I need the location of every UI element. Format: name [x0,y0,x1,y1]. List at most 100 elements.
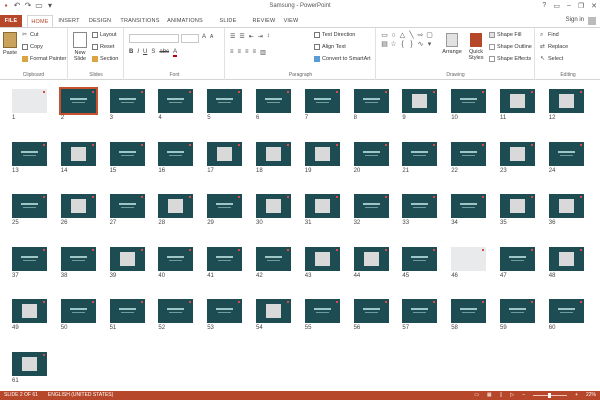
slide-thumbnail[interactable]: 41 [207,246,243,279]
slide-thumbnail[interactable]: 54 [256,299,291,331]
strikethrough-button[interactable]: abc [159,49,169,57]
restore-button[interactable]: ❐ [578,2,584,10]
reading-view-icon[interactable]: ▯ [500,391,503,400]
shape-outline-button[interactable]: Shape Outline [489,44,532,50]
copy-button[interactable]: Copy [22,44,43,50]
slide-thumbnail[interactable]: 18 [256,141,291,174]
columns-icon[interactable]: ▥ [260,49,266,56]
tab-view[interactable]: VIEW [281,15,301,27]
italic-button[interactable]: I [137,49,139,57]
slide-thumbnail[interactable]: 10 [451,89,487,121]
shape-effects-button[interactable]: Shape Effects [489,56,531,62]
align-text-button[interactable]: Align Text [314,44,346,50]
rectangle-shape-icon[interactable]: ▭ [381,32,388,39]
slide-thumbnail[interactable]: 57 [402,299,438,331]
reset-button[interactable]: Reset [92,44,114,50]
cut-button[interactable]: ✂ Cut [22,32,39,38]
zoom-slider[interactable] [533,393,568,398]
format-painter-button[interactable]: Format Painter [22,56,66,62]
bold-button[interactable]: B [129,49,133,57]
tab-insert[interactable]: INSERT [57,15,81,27]
shapes-gallery[interactable]: ▭ ○ △ ╲ ⇨ ▢ ▤ ☆ { } ∿ ▾ [381,32,433,48]
shrink-font-button[interactable]: A [210,34,213,40]
avatar[interactable] [588,17,596,25]
zoom-level[interactable]: 22% [586,391,596,400]
slide-thumbnail[interactable]: 28 [158,194,194,226]
slide-thumbnail[interactable]: 56 [353,299,389,331]
increase-indent-icon[interactable]: ⇥ [258,33,263,40]
slide-thumbnail[interactable]: 34 [451,194,487,226]
tab-slide-show[interactable]: SLIDE SHOW [210,15,246,36]
slide-thumbnail[interactable]: 22 [451,141,487,174]
slide-thumbnail[interactable]: 9 [402,89,438,121]
slide-thumbnail[interactable]: 13 [12,141,47,174]
oval-shape-icon[interactable]: ○ [390,32,397,39]
slide-thumbnail[interactable]: 44 [353,246,389,279]
align-center-icon[interactable]: ≡ [238,49,242,56]
shape-fill-button[interactable]: Shape Fill [489,32,521,38]
decrease-indent-icon[interactable]: ⇤ [249,33,254,40]
tab-design[interactable]: DESIGN [86,15,114,27]
normal-view-icon[interactable]: ▭ [474,391,479,400]
slide-thumbnail[interactable]: 49 [12,299,47,331]
brace-shape-icon[interactable]: { [399,41,406,48]
slide-thumbnail[interactable]: 6 [256,89,291,121]
close-button[interactable]: ✕ [591,2,597,10]
replace-button[interactable]: ⇄ Replace [540,44,568,50]
slide-thumbnail[interactable]: 8 [353,89,389,121]
slide-thumbnail[interactable]: 60 [548,299,584,331]
slide-thumbnail[interactable]: 5 [207,89,243,121]
language-status[interactable]: ENGLISH (UNITED STATES) [48,391,113,400]
numbering-icon[interactable]: ☰ [239,33,244,40]
slide-thumbnail[interactable]: 27 [109,194,145,226]
slide-thumbnail[interactable]: 21 [402,141,438,174]
slide-thumbnail[interactable]: 47 [500,246,535,279]
slide-thumbnail[interactable]: 31 [304,194,340,226]
new-slide-button[interactable]: New Slide [72,32,88,62]
tab-animations[interactable]: ANIMATIONS [165,15,205,27]
curve-shape-icon[interactable]: ∿ [417,41,424,48]
arrange-button[interactable]: Arrange [441,33,463,55]
slide-thumbnail[interactable]: 7 [304,89,340,121]
sign-in-link[interactable]: Sign in [566,17,584,23]
slide-thumbnail[interactable]: 26 [60,194,96,226]
textbox-shape-icon[interactable]: ▤ [381,41,388,48]
find-button[interactable]: ⌕ Find [540,32,559,38]
slide-thumbnail[interactable]: 38 [60,246,96,279]
zoom-in-icon[interactable]: + [575,391,578,400]
align-right-icon[interactable]: ≡ [245,49,249,56]
slide-thumbnail[interactable]: 55 [304,299,340,331]
slide-thumbnail[interactable]: 35 [500,194,535,226]
slideshow-view-icon[interactable]: ▷ [510,391,514,400]
slide-thumbnail[interactable]: 4 [158,89,194,121]
slide-thumbnail[interactable]: 25 [12,194,47,226]
layout-button[interactable]: Layout [92,32,117,38]
align-left-icon[interactable]: ≡ [230,49,234,56]
ribbon-display-icon[interactable]: ▭ [553,2,560,10]
zoom-out-icon[interactable]: – [522,391,525,400]
slide-thumbnail[interactable]: 59 [500,299,535,331]
help-icon[interactable]: ? [542,2,546,10]
more-shapes-icon[interactable]: ▾ [426,41,433,48]
slide-thumbnail[interactable]: 17 [207,141,243,174]
slide-thumbnail[interactable]: 51 [109,299,145,331]
slide-thumbnail[interactable]: 16 [158,141,194,174]
font-name-box[interactable] [129,34,179,43]
slide-thumbnail[interactable]: 3 [109,89,145,121]
slide-thumbnail[interactable]: 20 [353,141,389,174]
grow-font-button[interactable]: A [202,34,206,40]
shadow-button[interactable]: S [151,49,155,57]
zoom-slider-thumb[interactable] [548,393,552,398]
slide-thumbnail[interactable]: 52 [158,299,194,331]
text-direction-button[interactable]: Text Direction [314,32,355,38]
minimize-button[interactable]: – [567,2,571,10]
bullets-icon[interactable]: ☰ [230,33,235,40]
slide-thumbnail[interactable]: 42 [256,246,291,279]
rounded-rect-shape-icon[interactable]: ▢ [426,32,433,39]
slide-thumbnail[interactable]: 12 [548,89,584,121]
slide-thumbnail[interactable]: 15 [109,141,145,174]
line-shape-icon[interactable]: ╲ [408,32,415,39]
slide-thumbnail[interactable]: 39 [109,246,145,279]
slide-thumbnail[interactable]: 37 [12,246,47,279]
slide-thumbnail[interactable]: 40 [158,246,194,279]
